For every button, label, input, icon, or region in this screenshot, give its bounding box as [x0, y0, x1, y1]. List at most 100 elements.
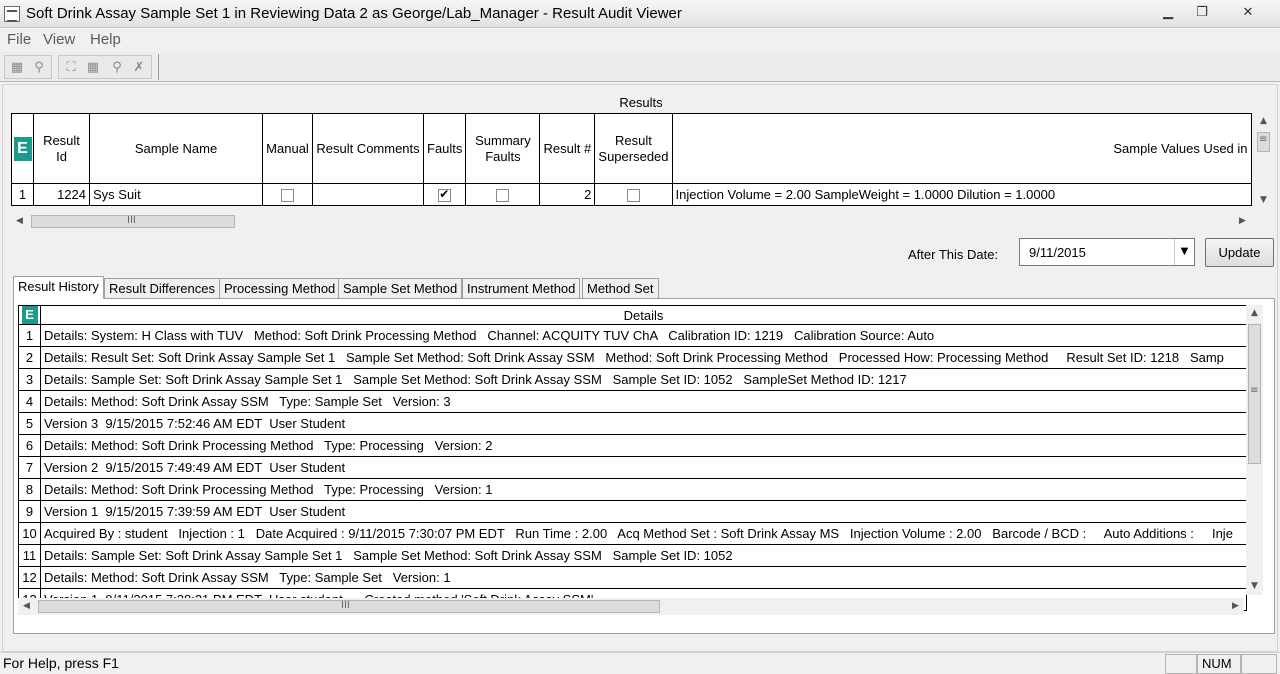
- scroll-left-arrow[interactable]: ◀: [11, 213, 28, 230]
- results-table: E Result Id Sample Name Manual Result Co…: [11, 113, 1252, 206]
- scroll-grip: ≡: [1250, 385, 1259, 396]
- col-result-superseded[interactable]: Result Superseded: [594, 113, 673, 184]
- results-corner[interactable]: E: [11, 113, 34, 184]
- after-date-dropdown[interactable]: 9/11/2015 ▼: [1019, 238, 1195, 266]
- scroll-down-arrow[interactable]: ▼: [1255, 192, 1272, 209]
- detail-text: Version 1 9/15/2015 7:39:59 AM EDT User …: [40, 500, 1247, 523]
- update-button[interactable]: Update: [1205, 238, 1274, 267]
- details-table: E Details 1 Details: System: H Class with…: [18, 305, 1247, 611]
- after-date-value: 9/11/2015: [1029, 245, 1086, 260]
- col-result-number[interactable]: Result #: [539, 113, 596, 184]
- tab-result-history[interactable]: Result History: [13, 276, 104, 299]
- col-summary-faults[interactable]: Summary Faults: [465, 113, 541, 184]
- row-number: 7: [18, 456, 41, 479]
- people-icon[interactable]: ⚲: [108, 59, 126, 77]
- row-number: 3: [18, 368, 41, 391]
- table-row[interactable]: 2 Details: Result Set: Soft Drink Assay S…: [18, 346, 1247, 369]
- row-number: 4: [18, 390, 41, 413]
- compare-icon[interactable]: ▦: [84, 59, 102, 77]
- summary-faults-checkbox[interactable]: [496, 189, 510, 203]
- row-number: 5: [18, 412, 41, 435]
- scroll-up-arrow[interactable]: ▲: [1246, 305, 1263, 322]
- status-help-text: For Help, press F1: [3, 655, 119, 671]
- row-number: 1: [11, 183, 34, 206]
- detail-text: Details: Sample Set: Soft Drink Assay Sa…: [40, 368, 1247, 391]
- table-row[interactable]: 6 Details: Method: Soft Drink Processing …: [18, 434, 1247, 457]
- result-number-cell: 2: [539, 183, 596, 206]
- menu-bar: File View Help: [0, 28, 1280, 52]
- close-button[interactable]: ✕: [1234, 3, 1262, 23]
- faults-checkbox[interactable]: [438, 187, 452, 203]
- details-horizontal-scrollbar[interactable]: ◀ III ▶: [18, 598, 1244, 615]
- details-corner[interactable]: E: [18, 305, 41, 325]
- export-badge[interactable]: E: [13, 136, 32, 161]
- filter-icon[interactable]: ✗: [130, 59, 148, 77]
- table-row[interactable]: 4 Details: Method: Soft Drink Assay SSM T…: [18, 390, 1247, 413]
- comments-cell: [312, 183, 424, 206]
- table-row[interactable]: 10 Acquired By : student Injection : 1 Da…: [18, 522, 1247, 545]
- manual-checkbox[interactable]: [281, 189, 294, 203]
- result-history-panel: E Details 1 Details: System: H Class with…: [13, 298, 1275, 634]
- col-result-id[interactable]: Result Id: [33, 113, 90, 184]
- row-number: 10: [18, 522, 41, 545]
- table-row[interactable]: 11 Details: Sample Set: Soft Drink Assay …: [18, 544, 1247, 567]
- toolbar-group-2: ⛶ ▦ ⚲ ✗: [58, 55, 152, 79]
- toolbar: ▦ ⚲ ⛶ ▦ ⚲ ✗: [0, 52, 1280, 82]
- col-result-comments[interactable]: Result Comments: [312, 113, 424, 184]
- tab-method-set[interactable]: Method Set: [582, 278, 659, 298]
- detail-text: Version 2 9/15/2015 7:49:49 AM EDT User …: [40, 456, 1247, 479]
- chevron-down-icon[interactable]: ▼: [1174, 239, 1194, 265]
- title-bar: Soft Drink Assay Sample Set 1 in Reviewi…: [0, 0, 1280, 28]
- table-row[interactable]: 5 Version 3 9/15/2015 7:52:46 AM EDT User…: [18, 412, 1247, 435]
- menu-help[interactable]: Help: [90, 31, 121, 48]
- window-title: Soft Drink Assay Sample Set 1 in Reviewi…: [26, 5, 682, 22]
- tab-instrument-method[interactable]: Instrument Method: [462, 278, 581, 298]
- superseded-checkbox[interactable]: [626, 189, 640, 203]
- table-row[interactable]: 3 Details: Sample Set: Soft Drink Assay S…: [18, 368, 1247, 391]
- detail-text: Details: Method: Soft Drink Processing M…: [40, 478, 1247, 501]
- table-row[interactable]: 1 1224 Sys Suit 2 Injection Volume = 2.0…: [11, 183, 1252, 206]
- minimize-button[interactable]: ▁: [1154, 3, 1182, 23]
- scroll-right-arrow[interactable]: ▶: [1234, 213, 1251, 230]
- row-number: 11: [18, 544, 41, 567]
- scroll-grip: ≡: [1259, 134, 1268, 145]
- print-preview-icon[interactable]: ▦: [8, 59, 26, 77]
- detail-text: Details: Method: Soft Drink Assay SSM Ty…: [40, 390, 1247, 413]
- detail-text: Details: Method: Soft Drink Assay SSM Ty…: [40, 566, 1247, 589]
- status-pane-empty-2: [1241, 654, 1277, 674]
- scroll-left-arrow[interactable]: ◀: [18, 598, 35, 615]
- results-horizontal-scrollbar[interactable]: ◀ III ▶: [11, 213, 1251, 230]
- table-row[interactable]: 12 Details: Method: Soft Drink Assay SSM …: [18, 566, 1247, 589]
- tab-sample-set-method[interactable]: Sample Set Method: [338, 278, 463, 298]
- scroll-right-arrow[interactable]: ▶: [1227, 598, 1244, 615]
- faults-cell: [422, 183, 467, 206]
- menu-view[interactable]: View: [43, 31, 75, 48]
- table-row[interactable]: 1 Details: System: H Class with TUV Metho…: [18, 324, 1247, 347]
- row-number: 12: [18, 566, 41, 589]
- col-sample-name[interactable]: Sample Name: [89, 113, 263, 184]
- menu-file[interactable]: File: [7, 31, 31, 48]
- tab-processing-method[interactable]: Processing Method: [219, 278, 341, 298]
- table-row[interactable]: 8 Details: Method: Soft Drink Processing …: [18, 478, 1247, 501]
- col-manual[interactable]: Manual: [262, 113, 313, 184]
- table-row[interactable]: 7 Version 2 9/15/2015 7:49:49 AM EDT User…: [18, 456, 1247, 479]
- results-vertical-scrollbar[interactable]: ▲ ≡ ▼: [1255, 113, 1272, 209]
- col-faults[interactable]: Faults: [422, 113, 467, 184]
- audit-icon[interactable]: ⚲: [30, 59, 48, 77]
- sample-values-cell: Injection Volume = 2.00 SampleWeight = 1…: [671, 183, 1252, 206]
- find-icon[interactable]: ⛶: [62, 59, 80, 77]
- export-badge[interactable]: E: [21, 306, 38, 324]
- restore-button[interactable]: ❐: [1188, 3, 1216, 23]
- detail-text: Details: System: H Class with TUV Method…: [40, 324, 1247, 347]
- row-number: 6: [18, 434, 41, 457]
- manual-cell: [262, 183, 313, 206]
- num-lock-indicator: NUM: [1197, 654, 1241, 674]
- details-vertical-scrollbar[interactable]: ▲ ≡ ▼: [1246, 305, 1263, 595]
- col-sample-values[interactable]: Sample Values Used in: [671, 113, 1252, 184]
- col-details[interactable]: Details: [40, 305, 1247, 325]
- table-row[interactable]: 9 Version 1 9/15/2015 7:39:59 AM EDT User…: [18, 500, 1247, 523]
- detail-text: Version 3 9/15/2015 7:52:46 AM EDT User …: [40, 412, 1247, 435]
- tab-result-differences[interactable]: Result Differences: [104, 278, 220, 298]
- scroll-up-arrow[interactable]: ▲: [1255, 113, 1272, 130]
- scroll-down-arrow[interactable]: ▼: [1246, 578, 1263, 595]
